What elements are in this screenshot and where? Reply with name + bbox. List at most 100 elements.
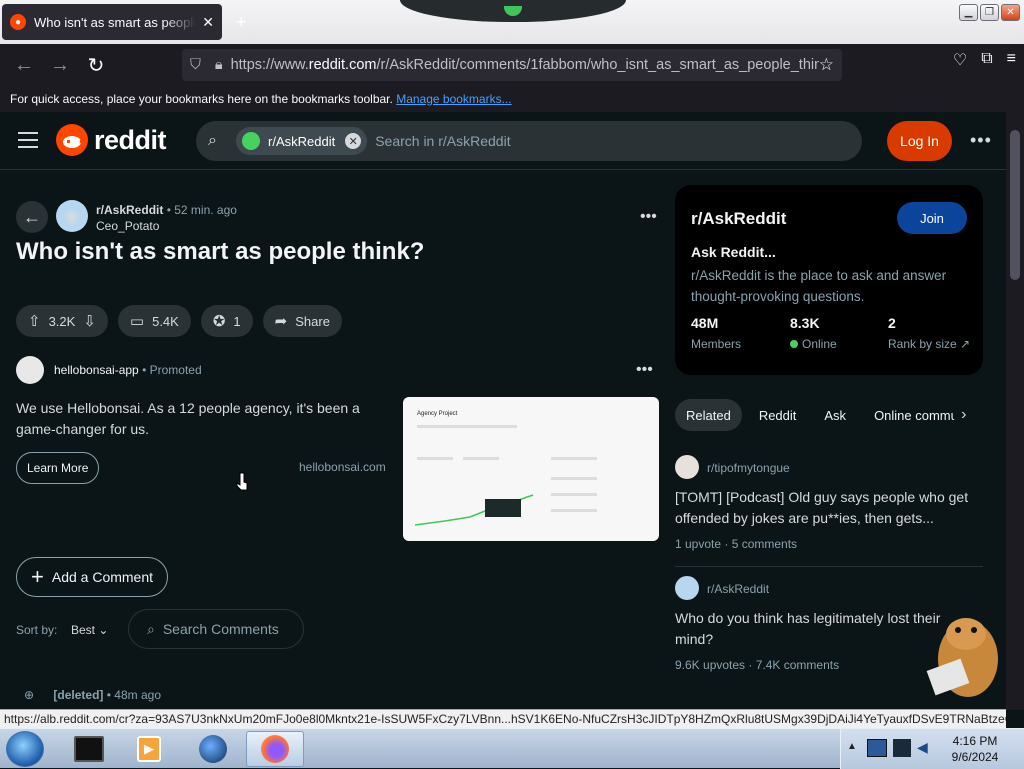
thumb-bar (551, 477, 597, 480)
browser-navbar: ← → ↻ ⛉ 🔒︎ https://www.reddit.com/r/AskR… (0, 44, 1024, 86)
tab-online-community[interactable]: Online commu (863, 399, 955, 431)
taskbar-clock[interactable]: 4:16 PM 9/6/2024 (950, 733, 1000, 765)
page-scrollbar[interactable] (1006, 112, 1024, 710)
advertiser-line: hellobonsai-app • Promoted (54, 363, 202, 377)
back-arrow-icon[interactable]: ← (6, 47, 42, 83)
rank-line[interactable]: Rank by size ↗ (888, 337, 970, 351)
sidebar-title: Ask Reddit... (691, 244, 776, 260)
advertiser-name[interactable]: hellobonsai-app (54, 363, 139, 377)
volume-icon[interactable] (893, 739, 911, 757)
search-icon: ⌕ (208, 132, 217, 149)
scrollbar-thumb[interactable] (1010, 130, 1020, 280)
manage-bookmarks-link[interactable]: Manage bookmarks... (396, 92, 511, 106)
status-url: https://alb.reddit.com/cr?za=93AS7U3nkNx… (0, 709, 1006, 728)
related-title[interactable]: [TOMT] [Podcast] Old guy says people who… (675, 487, 971, 529)
promo-domain[interactable]: hellobonsai.com (299, 460, 386, 474)
network-icon[interactable] (867, 739, 887, 757)
taskbar-app-explorer[interactable] (60, 731, 118, 767)
taskbar-app-media[interactable]: ▶ (120, 731, 178, 767)
search-comments-input[interactable]: ⌕ Search Comments (128, 609, 304, 649)
window-controls: ▁ ❐ ✕ (959, 4, 1020, 21)
close-window-icon[interactable]: ✕ (1001, 4, 1020, 21)
url-bar[interactable]: ⛉ 🔒︎ https://www.reddit.com/r/AskReddit/… (182, 49, 842, 81)
taskbar-app-globe[interactable] (184, 731, 242, 767)
expand-comment-icon[interactable]: ⊕ (24, 688, 34, 702)
divider (675, 566, 983, 567)
maximize-icon[interactable]: ❐ (980, 4, 999, 21)
share-button[interactable]: ➦ Share (262, 305, 342, 337)
tab-ask[interactable]: Ask (813, 399, 857, 431)
online-dot-icon (790, 340, 798, 348)
related-meta: 1 upvote · 5 comments (675, 537, 798, 551)
comments-button[interactable]: ▭ 5.4K (117, 305, 191, 337)
learn-more-button[interactable]: Learn More (16, 452, 100, 484)
promo-options-icon[interactable]: ••• (636, 361, 653, 379)
sort-dropdown[interactable]: Best ⌄ (71, 623, 108, 637)
downvote-icon[interactable]: ⇩ (83, 312, 96, 330)
reload-icon[interactable]: ↻ (78, 47, 114, 83)
sort-label: Sort by: (16, 623, 58, 637)
monitor-icon (74, 736, 104, 762)
share-icon: ➦ (274, 313, 288, 330)
tab-reddit[interactable]: Reddit (748, 399, 808, 431)
windows-taskbar: ▶ ▲ ◀ 4:16 PM 9/6/2024 (0, 728, 1024, 769)
hamster-mascot-icon (926, 618, 998, 697)
chevron-down-icon: ⌄ (98, 623, 109, 637)
comment-icon: ▭ (129, 313, 145, 330)
search-comments-placeholder: Search Comments (162, 621, 279, 637)
search-bar[interactable]: ⌕ r/AskReddit ✕ Search in r/AskReddit (196, 121, 862, 161)
post-subreddit-link[interactable]: r/AskReddit (96, 203, 163, 217)
log-in-button[interactable]: Log In (887, 121, 952, 161)
menu-icon[interactable]: ≡ (1007, 50, 1016, 70)
shield-icon[interactable]: ⛉ (190, 57, 201, 73)
url-text[interactable]: https://www.reddit.com/r/AskReddit/comme… (231, 57, 819, 73)
new-tab-icon[interactable]: + (236, 12, 247, 33)
join-button[interactable]: Join (897, 202, 967, 234)
lock-icon[interactable]: 🔒︎ (215, 57, 223, 73)
minimize-icon[interactable]: ▁ (959, 4, 978, 21)
plus-icon: + (31, 564, 44, 589)
post-author[interactable]: Ceo_Potato (96, 219, 159, 233)
add-comment-button[interactable]: + Add a Comment (16, 557, 169, 597)
sound-tray-icon[interactable]: ◀ (917, 739, 928, 756)
sidebar-subreddit-name[interactable]: r/AskReddit (691, 209, 786, 229)
tab-related[interactable]: Related (675, 399, 742, 431)
thumb-bar (551, 457, 597, 460)
reddit-logo[interactable]: reddit (56, 124, 167, 156)
hamburger-menu-icon[interactable] (18, 132, 38, 148)
subreddit-info-card: r/AskReddit Join Ask Reddit... r/AskRedd… (675, 185, 983, 375)
pocket-icon[interactable]: ♡ (953, 50, 967, 70)
media-player-icon: ▶ (137, 736, 161, 762)
post-options-icon[interactable]: ••• (640, 208, 657, 226)
extensions-icon[interactable]: ⧉ (981, 50, 992, 70)
forward-arrow-icon[interactable]: → (42, 47, 78, 83)
post-time: 52 min. ago (174, 203, 237, 217)
taskbar-app-firefox[interactable] (246, 731, 304, 767)
related-subreddit[interactable]: r/AskReddit (707, 582, 769, 596)
rank-stat: 2 Rank by size ↗ (888, 315, 970, 351)
related-tabs: Related Reddit Ask Online commu › (675, 399, 966, 431)
related-subreddit[interactable]: r/tipofmytongue (707, 461, 790, 475)
thumb-bar (417, 425, 517, 428)
chevron-right-icon[interactable]: › (961, 406, 966, 424)
browser-tab[interactable]: ● Who isn't as smart as people think? ✕ (2, 4, 222, 40)
promo-text[interactable]: We use Hellobonsai. As a 12 people agenc… (16, 398, 366, 440)
comment-author[interactable]: [deleted] (53, 688, 103, 702)
back-button[interactable]: ← (16, 201, 48, 233)
start-button[interactable] (6, 731, 44, 767)
subreddit-search-chip[interactable]: r/AskReddit ✕ (236, 127, 368, 155)
award-button[interactable]: ✪ 1 (200, 305, 253, 337)
clear-chip-icon[interactable]: ✕ (345, 133, 362, 149)
subreddit-avatar[interactable]: ◉ (56, 200, 88, 232)
tray-expand-icon[interactable]: ▲ (847, 741, 857, 752)
more-options-icon[interactable]: ••• (970, 130, 992, 151)
clock-date: 9/6/2024 (951, 750, 999, 764)
bookmarks-hint: For quick access, place your bookmarks h… (10, 92, 393, 106)
promo-thumbnail[interactable]: Agency Project (403, 397, 659, 541)
comment-header: ⊕ [deleted] • 48m ago (24, 688, 161, 702)
upvote-icon[interactable]: ⇧ (28, 312, 41, 330)
askreddit-avatar (242, 132, 260, 150)
close-tab-icon[interactable]: ✕ (202, 14, 214, 31)
bookmark-star-icon[interactable]: ☆ (819, 55, 834, 75)
advertiser-avatar[interactable] (16, 356, 44, 384)
